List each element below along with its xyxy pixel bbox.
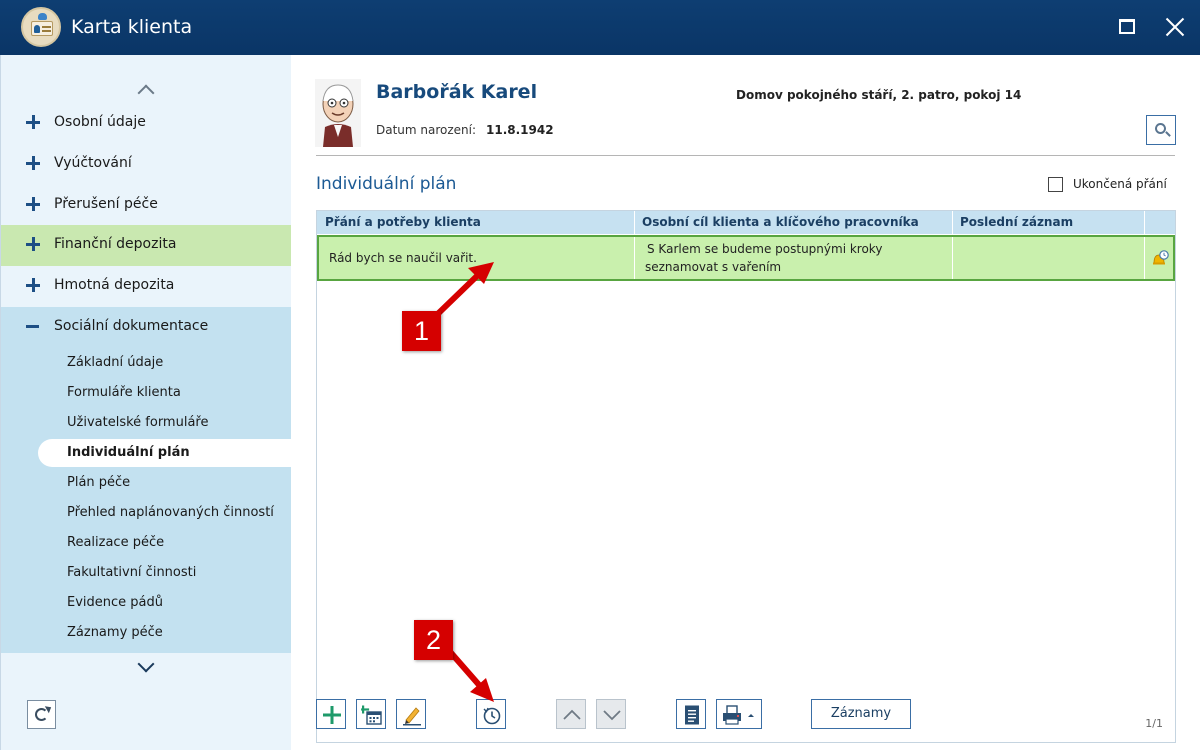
birth-date-label: Datum narození: — [376, 123, 477, 137]
sidebar: Osobní údaje Vyúčtování Přerušení péče F… — [0, 55, 292, 750]
sidebar-scroll-up-button[interactable] — [135, 82, 157, 102]
history-button[interactable] — [476, 699, 506, 729]
cell-goal-line1: S Karlem se budeme postupnými kroky — [647, 242, 883, 256]
plus-icon — [323, 706, 341, 724]
chevron-up-icon — [137, 84, 155, 102]
move-down-button[interactable] — [596, 699, 626, 729]
sidebar-item-financni-depozita[interactable]: Finanční depozita — [1, 225, 291, 266]
sidebar-subitem-evidence-padu[interactable]: Evidence pádů — [1, 589, 291, 617]
client-avatar — [315, 79, 361, 147]
sidebar-subitem-label: Přehled naplánovaných činností — [67, 505, 274, 520]
sidebar-subitem-label: Fakultativní činnosti — [67, 565, 197, 580]
maximize-button[interactable] — [1112, 12, 1142, 42]
cell-wish: Rád bych se naučil vařit. — [329, 251, 477, 265]
sidebar-subitem-realizace-pece[interactable]: Realizace péče — [1, 529, 291, 557]
sidebar-subitem-individualni-plan[interactable]: Individuální plán — [38, 439, 292, 467]
pager: 1/1 — [1145, 717, 1163, 730]
sidebar-item-label: Přerušení péče — [54, 196, 158, 212]
sidebar-item-label: Osobní údaje — [54, 114, 146, 130]
ended-wishes-label: Ukončená přání — [1073, 177, 1167, 191]
sidebar-subitem-label: Záznamy péče — [67, 625, 163, 640]
sidebar-subitem-prehled-cinnosti[interactable]: Přehled naplánovaných činností — [1, 499, 291, 527]
printer-icon — [723, 705, 754, 725]
sidebar-item-hmotna-depozita[interactable]: Hmotná depozita — [1, 266, 291, 307]
chevron-down-icon — [137, 655, 155, 673]
pencil-icon — [403, 707, 421, 726]
refresh-button[interactable] — [27, 700, 56, 729]
clock-history-icon — [483, 707, 501, 725]
sidebar-item-socialni-dokumentace[interactable]: Sociální dokumentace — [1, 307, 291, 348]
title-bar: Karta klienta — [0, 0, 1200, 55]
add-calendar-icon — [361, 705, 382, 725]
sidebar-item-label: Vyúčtování — [54, 155, 132, 171]
sidebar-subitem-zaznamy-pece[interactable]: Záznamy péče — [1, 619, 291, 647]
sidebar-scroll-down-button[interactable] — [135, 655, 157, 675]
sidebar-item-label: Finanční depozita — [54, 236, 177, 252]
chevron-up-icon — [563, 709, 581, 720]
maximize-icon — [1119, 19, 1135, 34]
minus-icon — [26, 319, 40, 333]
print-menu-button[interactable] — [716, 699, 762, 729]
search-button[interactable] — [1146, 115, 1176, 145]
client-card-icon — [21, 7, 61, 47]
client-location: Domov pokojného stáří, 2. patro, pokoj 1… — [736, 88, 1022, 102]
plus-icon — [26, 156, 40, 170]
ended-wishes-checkbox[interactable] — [1048, 177, 1063, 192]
page-title: Individuální plán — [316, 174, 457, 194]
sidebar-item-label: Hmotná depozita — [54, 277, 175, 293]
table-header: Přání a potřeby klienta Osobní cíl klien… — [317, 211, 1175, 234]
plus-icon — [26, 278, 40, 292]
column-header-wishes[interactable]: Přání a potřeby klienta — [325, 215, 481, 229]
sidebar-item-label: Sociální dokumentace — [54, 318, 209, 334]
sidebar-subitem-fakultativni-cinnosti[interactable]: Fakultativní činnosti — [1, 559, 291, 587]
cell-goal-line2: seznamovat s vařením — [645, 260, 782, 274]
sidebar-subitem-label: Základní údaje — [67, 355, 164, 370]
sidebar-item-vyuctovani[interactable]: Vyúčtování — [1, 144, 291, 185]
add-button[interactable] — [316, 699, 346, 729]
client-name: Barbořák Karel — [376, 81, 538, 103]
social-documentation-group: Sociální dokumentace Základní údaje Form… — [1, 307, 292, 653]
window-title: Karta klienta — [71, 16, 193, 38]
sidebar-subitem-label: Individuální plán — [67, 445, 190, 460]
document-button[interactable] — [676, 699, 706, 729]
sidebar-subitem-plan-pece[interactable]: Plán péče — [1, 469, 291, 497]
sidebar-subitem-label: Formuláře klienta — [67, 385, 181, 400]
sidebar-subitem-uzivatelske-formulare[interactable]: Uživatelské formuláře — [1, 409, 291, 437]
sidebar-subitem-label: Evidence pádů — [67, 595, 163, 610]
sidebar-subitem-label: Plán péče — [67, 475, 131, 490]
records-button[interactable]: Záznamy — [811, 699, 911, 729]
plus-icon — [26, 197, 40, 211]
annotation-badge-2: 2 — [414, 620, 453, 660]
sidebar-item-preruseni-pece[interactable]: Přerušení péče — [1, 185, 291, 226]
annotation-badge-1: 1 — [402, 311, 441, 351]
plus-icon — [26, 237, 40, 251]
sidebar-subitem-formulare-klienta[interactable]: Formuláře klienta — [1, 379, 291, 407]
divider — [316, 155, 1175, 156]
add-scheduled-button[interactable] — [356, 699, 386, 729]
plan-table: Přání a potřeby klienta Osobní cíl klien… — [316, 210, 1176, 743]
bell-clock-icon[interactable] — [1151, 250, 1169, 266]
chevron-down-icon — [603, 710, 621, 721]
plus-icon — [26, 115, 40, 129]
birth-date-value: 11.8.1942 — [486, 123, 554, 137]
column-header-goal[interactable]: Osobní cíl klienta a klíčového pracovník… — [642, 215, 919, 229]
document-icon — [685, 705, 699, 725]
sidebar-subitem-zakladni-udaje[interactable]: Základní údaje — [1, 349, 291, 377]
close-button[interactable] — [1160, 12, 1190, 42]
sidebar-item-osobni-udaje[interactable]: Osobní údaje — [1, 103, 291, 144]
move-up-button[interactable] — [556, 699, 586, 729]
table-row[interactable]: Rád bych se naučil vařit. S Karlem se bu… — [317, 235, 1175, 281]
sidebar-subitem-label: Realizace péče — [67, 535, 165, 550]
column-header-last-record[interactable]: Poslední záznam — [960, 215, 1073, 229]
edit-button[interactable] — [396, 699, 426, 729]
sidebar-subitem-label: Uživatelské formuláře — [67, 415, 209, 430]
